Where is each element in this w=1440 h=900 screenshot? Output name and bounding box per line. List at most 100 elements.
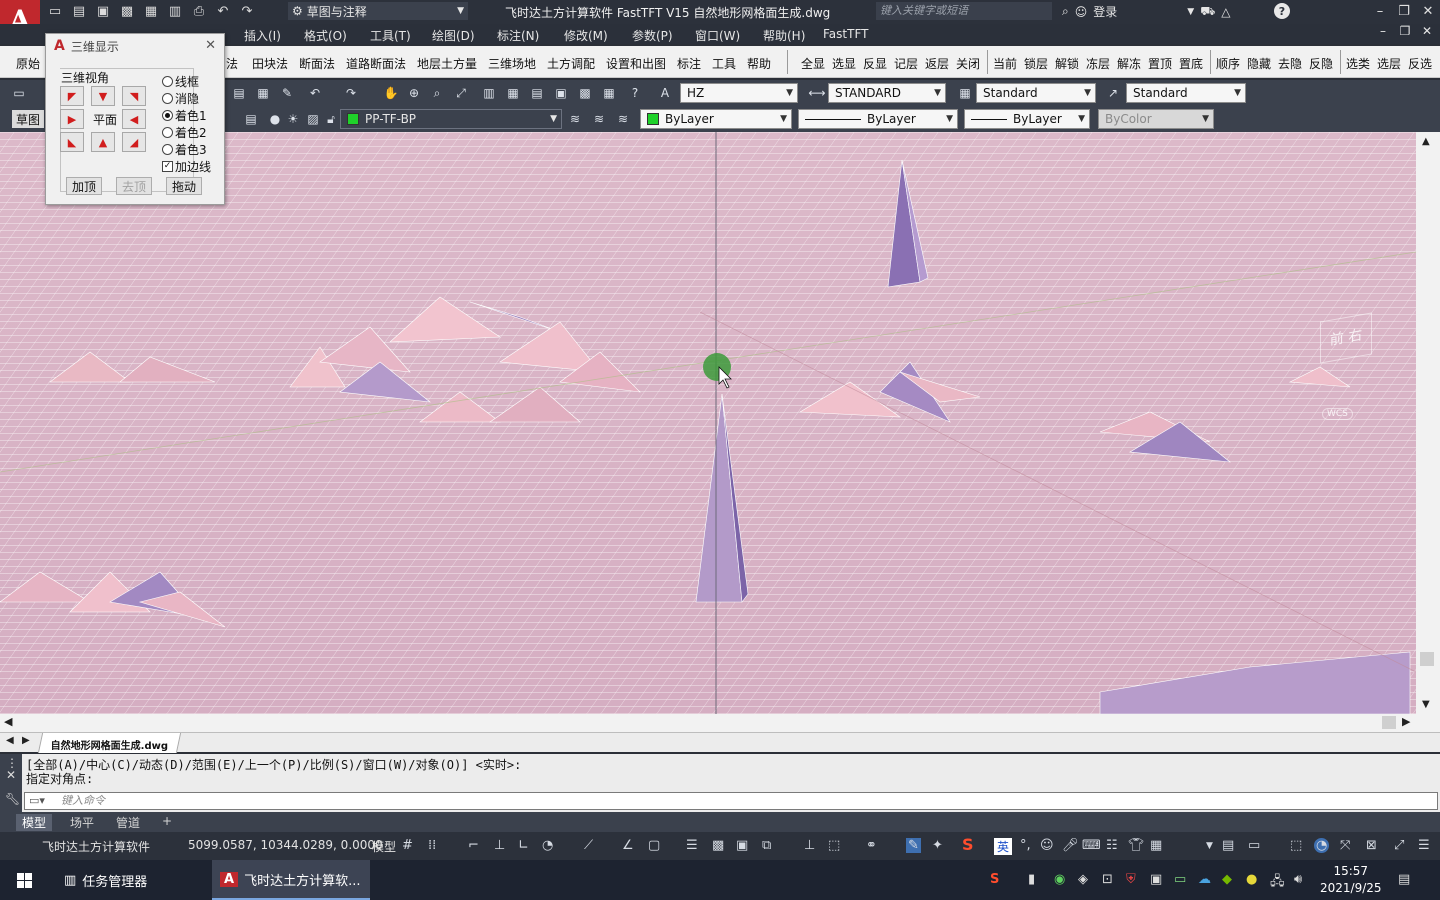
brush-icon[interactable]: ✎ [278,84,296,102]
cmd-section[interactable]: 断面法 [299,55,335,72]
select-type[interactable]: 选类 [1346,55,1370,72]
drag-button[interactable]: 拖动 [166,177,202,195]
cmd-tools[interactable]: 工具 [712,55,736,72]
layer-lock[interactable]: 锁层 [1024,55,1048,72]
transparency-icon[interactable]: ▩ [712,838,724,853]
invert-hide[interactable]: 反隐 [1309,55,1333,72]
object-snap-tracking-icon[interactable]: ∠ [622,838,634,853]
isodraft-icon[interactable]: ⟋ [584,838,593,853]
tab-pipe[interactable]: 管道 [110,814,146,831]
layer-state-icon[interactable]: ≋ [614,110,632,128]
scroll-right-icon[interactable]: ▶ [1402,715,1410,728]
make-current-icon[interactable]: ≋ [566,110,584,128]
wechat-icon[interactable]: ◉ [1054,872,1065,887]
order-top[interactable]: 置顶 [1148,55,1172,72]
tool-palettes-icon[interactable]: ▤ [528,84,546,102]
skin-icon[interactable]: 👕︎ [1128,838,1145,853]
color-select[interactable]: ByLayer ▼ [640,109,792,129]
markup-icon[interactable]: ▩ [576,84,594,102]
cmd-settings-output[interactable]: 设置和出图 [606,55,666,72]
view-plan-button[interactable]: 平面 [91,109,119,129]
layer-select[interactable]: PP-TF-BP ▼ [340,109,562,129]
grid-icon[interactable]: # [402,838,413,853]
isolate-objects-icon[interactable]: ⬚ [1290,838,1302,853]
hardware-acceleration-icon[interactable]: ◔ [1314,838,1330,853]
sheet-set-icon[interactable]: ▣ [552,84,570,102]
scroll-thumb[interactable] [1382,716,1396,729]
menu-draw[interactable]: 绘图(D) [432,27,475,44]
wrench-icon[interactable]: 🔧︎ [5,792,20,806]
add-top-button[interactable]: 加顶 [66,177,102,195]
ucs-icon[interactable]: ⊥ [804,838,815,853]
security-icon[interactable]: ⛨ [1126,872,1136,887]
menu-parameters[interactable]: 参数(P) [632,27,673,44]
menu-tools[interactable]: 工具(T) [370,27,411,44]
menu-help[interactable]: 帮助(H) [763,27,805,44]
doc-close-icon[interactable]: ✕ [1418,24,1436,38]
chevron-down-icon[interactable]: ▼ [1187,7,1194,17]
vertical-scrollbar[interactable]: ▲ ▼ [1416,132,1440,714]
print-icon[interactable]: ⎙ [190,2,208,20]
hide-objects[interactable]: 隐藏 [1247,55,1271,72]
paste-icon[interactable]: ▤ [230,84,248,102]
lock-ui-icon[interactable]: ▭ [1248,838,1260,853]
cmd-earth-allocation[interactable]: 土方调配 [547,55,595,72]
user-group-icon[interactable]: ☷ [1106,838,1118,853]
battery-icon[interactable]: ▮ [1028,872,1035,887]
zoom-extents-icon[interactable]: ⤢ [452,84,470,102]
close-icon[interactable]: ✕ [205,38,216,53]
view-sw-button[interactable]: ◣ [60,132,84,152]
export-icon[interactable]: ▥ [166,2,184,20]
workspace-select[interactable]: ⚙ 草图与注释 ▼ [288,2,468,20]
usb-icon[interactable]: ⊡ [1102,872,1113,887]
cmd-field-block[interactable]: 田块法 [252,55,288,72]
doc-minimize-icon[interactable]: – [1374,24,1392,38]
tab-prev-icon[interactable]: ◀ [6,735,14,746]
a360-icon[interactable]: △ [1221,5,1230,19]
ime-language[interactable]: 英 [994,838,1013,855]
command-prompt-icon[interactable]: ▭▾ [29,793,45,809]
menu-insert[interactable]: 插入(I) [244,27,281,44]
dynamic-input-icon[interactable]: ⊥ [494,838,505,853]
file-tab-active[interactable]: 自然地形网格面生成.dwg [37,733,182,753]
punctuation-icon[interactable]: °, [1020,838,1031,853]
menu-fasttft[interactable]: FastTFT [823,27,868,41]
chevron-down-icon[interactable]: ▼ [1206,841,1213,851]
network-icon[interactable]: 🖧︎ [1270,872,1285,894]
auto-scale-icon[interactable]: ✎ [906,838,921,853]
nvidia-settings-icon[interactable]: ◆ [1222,872,1232,887]
display-icon[interactable]: ▭ [1174,872,1186,887]
view-n-button[interactable]: ▼ [91,86,115,106]
cmd-help[interactable]: 帮助 [747,55,771,72]
view-se-button[interactable]: ◢ [122,132,146,152]
view-s-button[interactable]: ▲ [91,132,115,152]
select-layer[interactable]: 选层 [1377,55,1401,72]
scroll-down-icon[interactable]: ▼ [1422,699,1430,710]
layer-close[interactable]: 关闭 [956,55,980,72]
notification-icon[interactable]: ▤ [1398,872,1410,887]
open-file-icon[interactable]: ▤ [70,2,88,20]
help-icon[interactable]: ? [626,84,644,102]
sogou-tray-icon[interactable]: S [990,872,999,887]
menu-modify[interactable]: 修改(M) [564,27,608,44]
mleader-style-icon[interactable]: ↗ [1104,84,1122,102]
new-file-icon[interactable]: ▭ [46,2,64,20]
minimize-icon[interactable]: – [1368,0,1392,22]
new-file-icon[interactable]: ▭ [10,84,28,102]
layer-return[interactable]: 返层 [925,55,949,72]
object-snap-icon[interactable]: ▢ [648,838,660,853]
radio-wireframe[interactable]: 线框 [162,74,211,89]
radio-shade-3[interactable]: 着色3 [162,142,211,157]
dim-style-icon[interactable]: ⟷ [808,84,826,102]
nvidia-icon[interactable]: ◈ [1078,872,1088,887]
restore-icon[interactable]: ❐ [1392,0,1416,22]
view-w-button[interactable]: ▶ [60,109,84,129]
scroll-left-icon[interactable]: ◀ [4,715,12,728]
view-nw-button[interactable]: ◤ [60,86,84,106]
volume-icon[interactable]: 🔊︎ [1294,872,1302,887]
view-ne-button[interactable]: ◥ [122,86,146,106]
properties-icon[interactable]: ▥ [480,84,498,102]
start-button[interactable] [0,860,48,900]
sogou-ime-icon[interactable]: S [962,835,974,854]
monitor-icon[interactable]: ▣ [1150,872,1162,887]
